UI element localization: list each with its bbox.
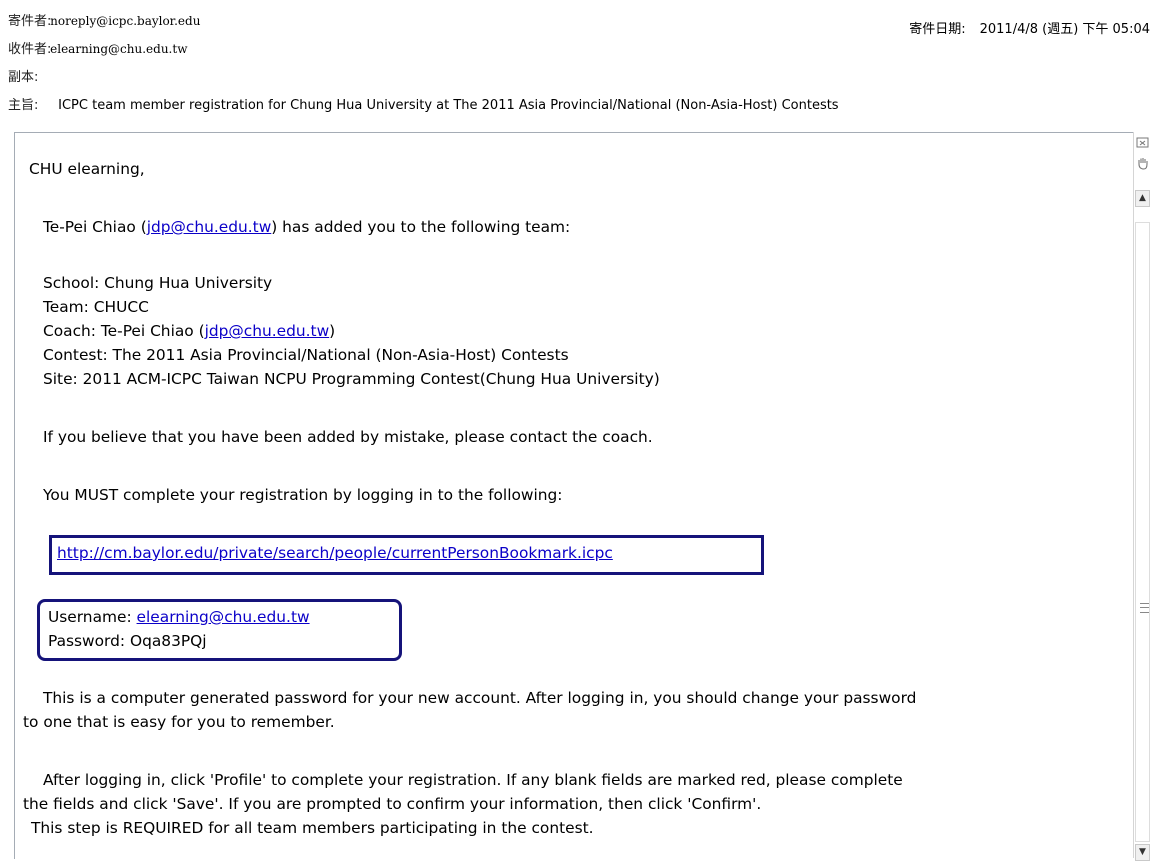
- profile-line-2: the fields and click 'Save'. If you are …: [23, 795, 762, 813]
- from-row: 寄件者: noreply@icpc.baylor.edu: [8, 10, 200, 29]
- username-email-link[interactable]: elearning@chu.edu.tw: [137, 608, 310, 626]
- username-line: Username: elearning@chu.edu.tw: [48, 605, 310, 629]
- contest-line: Contest: The 2011 Asia Provincial/Nation…: [43, 346, 569, 364]
- coach-email-link[interactable]: jdp@chu.edu.tw: [205, 322, 330, 340]
- scroll-down-icon[interactable]: ▼: [1135, 844, 1150, 861]
- computer-generated-line-1: This is a computer generated password fo…: [43, 689, 917, 707]
- profile-line-1: After logging in, click 'Profile' to com…: [43, 771, 903, 789]
- username-label: Username:: [48, 608, 137, 626]
- from-value[interactable]: noreply@icpc.baylor.edu: [50, 14, 200, 28]
- team-line: Team: CHUCC: [43, 298, 149, 316]
- must-line: You MUST complete your registration by l…: [43, 486, 563, 504]
- coach-post: ): [329, 322, 336, 340]
- message-body[interactable]: CHU elearning, Te-Pei Chiao (jdp@chu.edu…: [14, 132, 1133, 859]
- greeting: CHU elearning,: [29, 160, 145, 178]
- password-line: Password: Oqa83PQj: [48, 632, 207, 650]
- date-label: 寄件日期:: [909, 22, 966, 37]
- added-post: ) has added you to the following team:: [271, 218, 571, 236]
- subject-value: ICPC team member registration for Chung …: [58, 98, 839, 113]
- added-line: Te-Pei Chiao (jdp@chu.edu.tw) has added …: [43, 215, 570, 239]
- subject-label: 主旨:: [8, 98, 39, 113]
- subject-row: 主旨: ICPC team member registration for Ch…: [8, 94, 839, 113]
- hand-icon[interactable]: [1136, 156, 1150, 172]
- scroll-up-icon[interactable]: ▲: [1135, 190, 1150, 207]
- registration-url-link[interactable]: http://cm.baylor.edu/private/search/peop…: [57, 544, 613, 562]
- message-header: 寄件者: noreply@icpc.baylor.edu 寄件日期: 2011/4…: [0, 0, 1150, 130]
- vertical-scrollbar[interactable]: ▲ ▼: [1133, 132, 1150, 861]
- jdp-email-link[interactable]: jdp@chu.edu.tw: [147, 218, 272, 236]
- scroll-grip-icon[interactable]: [1140, 603, 1149, 613]
- date-value: 2011/4/8 (週五) 下午 05:04: [979, 22, 1150, 37]
- school-line: School: Chung Hua University: [43, 274, 273, 292]
- mistake-line: If you believe that you have been added …: [43, 428, 653, 446]
- registration-url-line: http://cm.baylor.edu/private/search/peop…: [57, 541, 613, 565]
- cc-label: 副本:: [8, 70, 39, 85]
- from-label: 寄件者:: [8, 14, 52, 29]
- computer-generated-line-2: to one that is easy for you to remember.: [23, 713, 335, 731]
- site-line: Site: 2011 ACM-ICPC Taiwan NCPU Programm…: [43, 370, 660, 388]
- to-label: 收件者:: [8, 42, 52, 57]
- coach-line: Coach: Te-Pei Chiao (jdp@chu.edu.tw): [43, 319, 335, 343]
- cc-row: 副本:: [8, 66, 46, 85]
- to-row: 收件者: elearning@chu.edu.tw: [8, 38, 187, 57]
- coach-pre: Coach: Te-Pei Chiao (: [43, 322, 205, 340]
- required-line: This step is REQUIRED for all team membe…: [31, 819, 594, 837]
- sent-date: 寄件日期: 2011/4/8 (週五) 下午 05:04: [909, 18, 1150, 37]
- close-pane-icon[interactable]: [1136, 136, 1150, 152]
- to-value[interactable]: elearning@chu.edu.tw: [50, 42, 187, 56]
- added-pre: Te-Pei Chiao (: [43, 218, 147, 236]
- scroll-track[interactable]: [1135, 222, 1150, 842]
